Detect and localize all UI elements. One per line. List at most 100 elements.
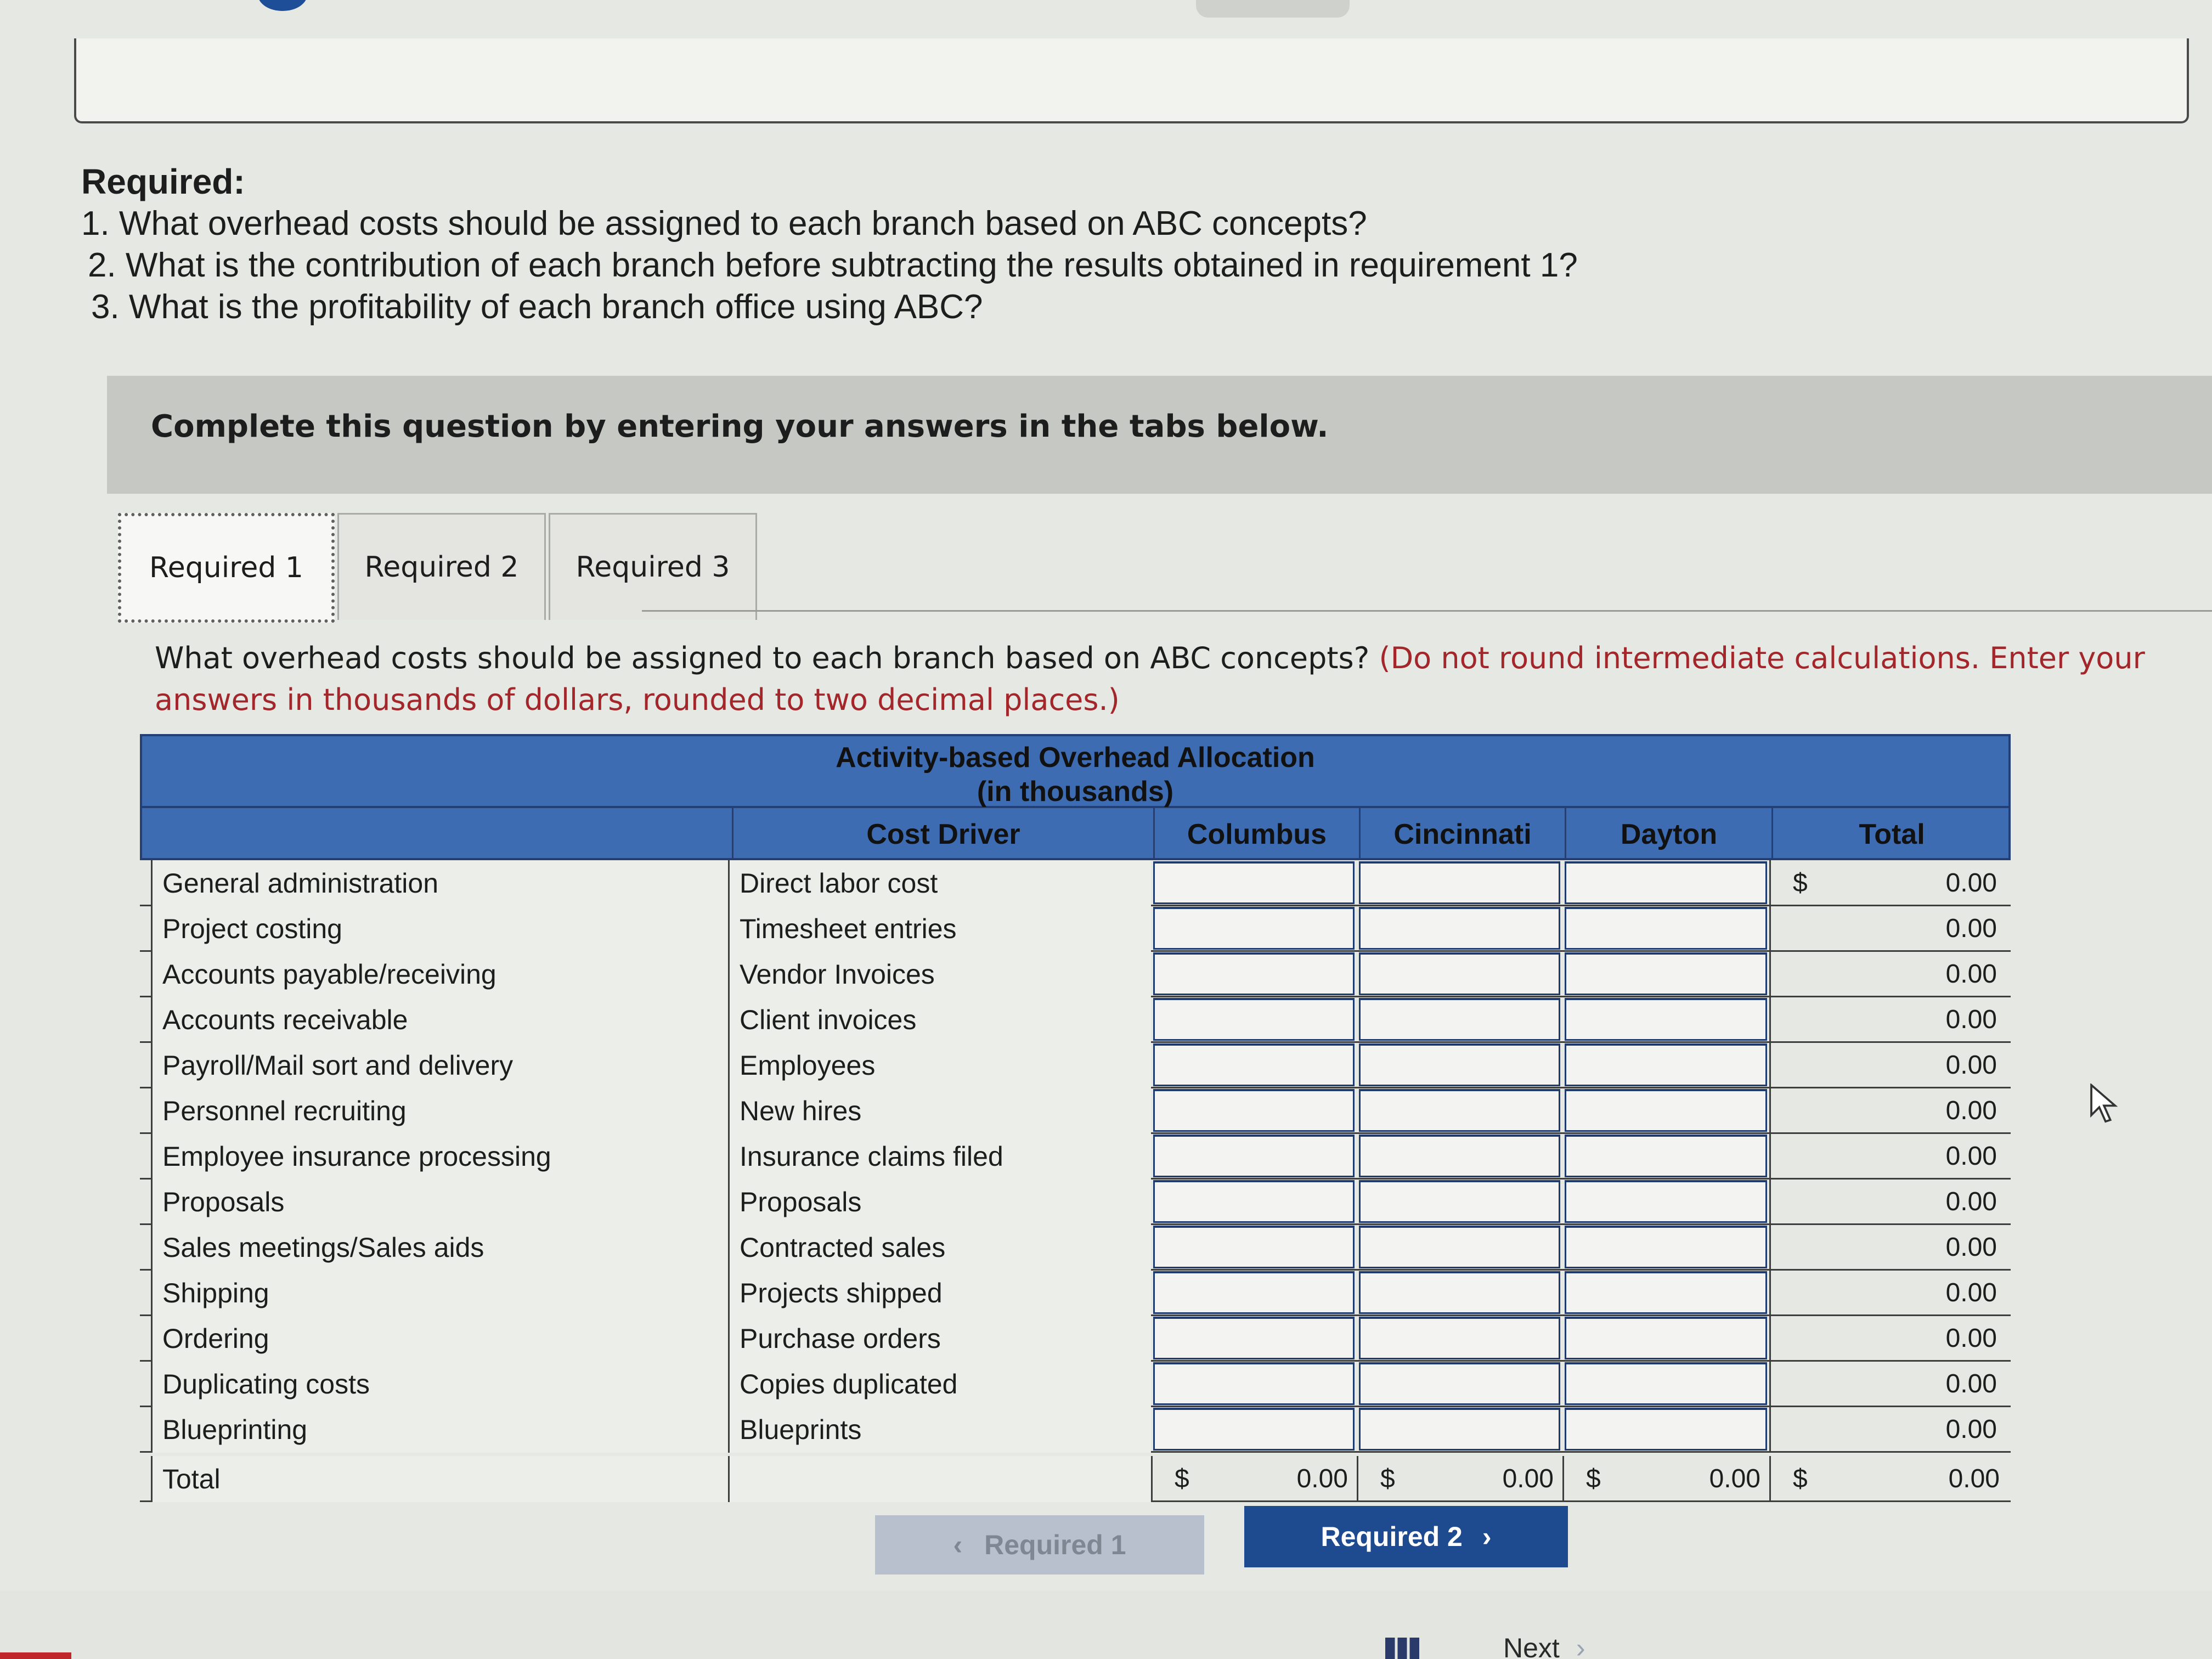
- header-cincinnati: Cincinnati: [1359, 808, 1565, 860]
- cincinnati-allocation-input[interactable]: [1359, 1317, 1560, 1359]
- cincinnati-allocation-input[interactable]: [1359, 1043, 1560, 1086]
- dayton-allocation-input[interactable]: [1565, 1271, 1767, 1314]
- cincinnati-allocation-input[interactable]: [1359, 907, 1560, 950]
- total-dayton-value: 0.00: [1709, 1464, 1760, 1493]
- cost-driver-label: Direct labor cost: [730, 860, 1151, 906]
- total-columbus-value: 0.00: [1296, 1464, 1348, 1493]
- columbus-allocation-input[interactable]: [1153, 1226, 1355, 1268]
- table-title-line-2: (in thousands): [977, 776, 1174, 808]
- cost-driver-label: Contracted sales: [730, 1224, 1151, 1271]
- page: Required: 1. What overhead costs should …: [0, 0, 2212, 1659]
- total-row-label: Total: [151, 1456, 730, 1502]
- table-row: Sales meetings/Sales aids Contracted sale…: [140, 1224, 2011, 1271]
- dayton-allocation-input[interactable]: [1565, 861, 1767, 904]
- columbus-allocation-input[interactable]: [1153, 1180, 1355, 1223]
- columbus-allocation-input[interactable]: [1153, 1408, 1355, 1451]
- prev-required-label: Required 1: [984, 1530, 1126, 1560]
- previous-answer-box: [74, 38, 2189, 123]
- dayton-allocation-input[interactable]: [1565, 1408, 1767, 1451]
- columbus-allocation-input[interactable]: [1153, 861, 1355, 904]
- next-question-link[interactable]: Next ›: [1503, 1632, 1585, 1659]
- cincinnati-allocation-input[interactable]: [1359, 1089, 1560, 1132]
- instruction-text: Complete this question by entering your …: [151, 409, 1329, 444]
- grid-icon[interactable]: [1385, 1638, 1419, 1659]
- columbus-allocation-input[interactable]: [1153, 998, 1355, 1041]
- row-total-value: 0.00: [1945, 1278, 1997, 1307]
- cost-driver-label: Blueprints: [730, 1407, 1151, 1453]
- row-total-cell: 0.00: [1769, 1042, 2008, 1088]
- row-total-value: 0.00: [1945, 914, 1997, 943]
- row-total-cell: 0.00: [1769, 1270, 2008, 1316]
- dayton-allocation-input[interactable]: [1565, 1180, 1767, 1223]
- cincinnati-allocation-input[interactable]: [1359, 861, 1560, 904]
- row-total-cell: 0.00: [1769, 1316, 2008, 1362]
- dayton-allocation-input[interactable]: [1565, 1362, 1767, 1405]
- next-required-button[interactable]: Required 2 ›: [1244, 1506, 1568, 1567]
- columbus-allocation-input[interactable]: [1153, 1271, 1355, 1314]
- question-prompt: What overhead costs should be assigned t…: [155, 637, 2207, 721]
- dayton-allocation-input[interactable]: [1565, 1317, 1767, 1359]
- row-total-value: 0.00: [1945, 1187, 1997, 1216]
- row-total-cell: $0.00: [1769, 860, 2008, 906]
- cincinnati-allocation-input[interactable]: [1359, 1408, 1560, 1451]
- chevron-right-icon: ›: [1482, 1521, 1492, 1552]
- tab-required-1[interactable]: Required 1: [118, 513, 335, 623]
- cincinnati-allocation-input[interactable]: [1359, 998, 1560, 1041]
- cincinnati-allocation-input[interactable]: [1359, 952, 1560, 995]
- prev-required-button[interactable]: ‹ Required 1: [875, 1515, 1204, 1575]
- table-row: Accounts payable/receiving Vendor Invoice…: [140, 951, 2011, 997]
- cost-driver-label: Copies duplicated: [730, 1361, 1151, 1407]
- row-total-cell: 0.00: [1769, 1224, 2008, 1271]
- table-row: Employee insurance processing Insurance c…: [140, 1133, 2011, 1180]
- tab-divider: [642, 610, 2212, 612]
- table-row: Project costing Timesheet entries 0.00: [140, 906, 2011, 952]
- instruction-banner: Complete this question by entering your …: [107, 376, 2212, 494]
- tab-required-2[interactable]: Required 2: [337, 513, 546, 620]
- columbus-allocation-input[interactable]: [1153, 1043, 1355, 1086]
- table-row: Duplicating costs Copies duplicated 0.00: [140, 1361, 2011, 1407]
- dayton-allocation-input[interactable]: [1565, 1226, 1767, 1268]
- cost-driver-label: Timesheet entries: [730, 906, 1151, 952]
- row-total-value: 0.00: [1945, 1233, 1997, 1262]
- columbus-allocation-input[interactable]: [1153, 1135, 1355, 1177]
- header-columbus: Columbus: [1153, 808, 1359, 860]
- table-row: Shipping Projects shipped 0.00: [140, 1270, 2011, 1316]
- dayton-allocation-input[interactable]: [1565, 998, 1767, 1041]
- row-total-value: 0.00: [1945, 1096, 1997, 1125]
- cincinnati-allocation-input[interactable]: [1359, 1135, 1560, 1177]
- activity-label: Accounts receivable: [151, 997, 730, 1043]
- total-dayton: $ 0.00: [1562, 1456, 1769, 1502]
- activity-label: Personnel recruiting: [151, 1088, 730, 1134]
- bottom-nav-bar: [0, 1591, 2212, 1659]
- columbus-allocation-input[interactable]: [1153, 1089, 1355, 1132]
- cincinnati-allocation-input[interactable]: [1359, 1362, 1560, 1405]
- columbus-allocation-input[interactable]: [1153, 907, 1355, 950]
- dayton-allocation-input[interactable]: [1565, 907, 1767, 950]
- table-row: Accounts receivable Client invoices 0.00: [140, 997, 2011, 1043]
- activity-label: Ordering: [151, 1316, 730, 1362]
- columbus-allocation-input[interactable]: [1153, 952, 1355, 995]
- cincinnati-allocation-input[interactable]: [1359, 1180, 1560, 1223]
- abc-allocation-table: Activity-based Overhead Allocation (in t…: [140, 734, 2011, 1513]
- next-required-label: Required 2: [1321, 1521, 1463, 1552]
- dayton-allocation-input[interactable]: [1565, 1135, 1767, 1177]
- cincinnati-allocation-input[interactable]: [1359, 1226, 1560, 1268]
- bottom-accent-bar: [0, 1652, 71, 1659]
- required-item-2: 2. What is the contribution of each bran…: [88, 246, 1578, 284]
- activity-label: Blueprinting: [151, 1407, 730, 1453]
- total-cincinnati-value: 0.00: [1502, 1464, 1554, 1493]
- currency-symbol: $: [1586, 1464, 1601, 1493]
- dayton-allocation-input[interactable]: [1565, 1043, 1767, 1086]
- dayton-allocation-input[interactable]: [1565, 952, 1767, 995]
- cincinnati-allocation-input[interactable]: [1359, 1271, 1560, 1314]
- chevron-left-icon: ‹: [953, 1530, 963, 1560]
- cost-driver-label: Insurance claims filed: [730, 1133, 1151, 1180]
- columbus-allocation-input[interactable]: [1153, 1362, 1355, 1405]
- columbus-allocation-input[interactable]: [1153, 1317, 1355, 1359]
- header-dayton: Dayton: [1565, 808, 1771, 860]
- table-row: Ordering Purchase orders 0.00: [140, 1316, 2011, 1362]
- tab-required-3[interactable]: Required 3: [549, 513, 757, 620]
- dayton-allocation-input[interactable]: [1565, 1089, 1767, 1132]
- total-row-driver-empty: [730, 1456, 1151, 1502]
- table-row: General administration Direct labor cost $…: [140, 860, 2011, 906]
